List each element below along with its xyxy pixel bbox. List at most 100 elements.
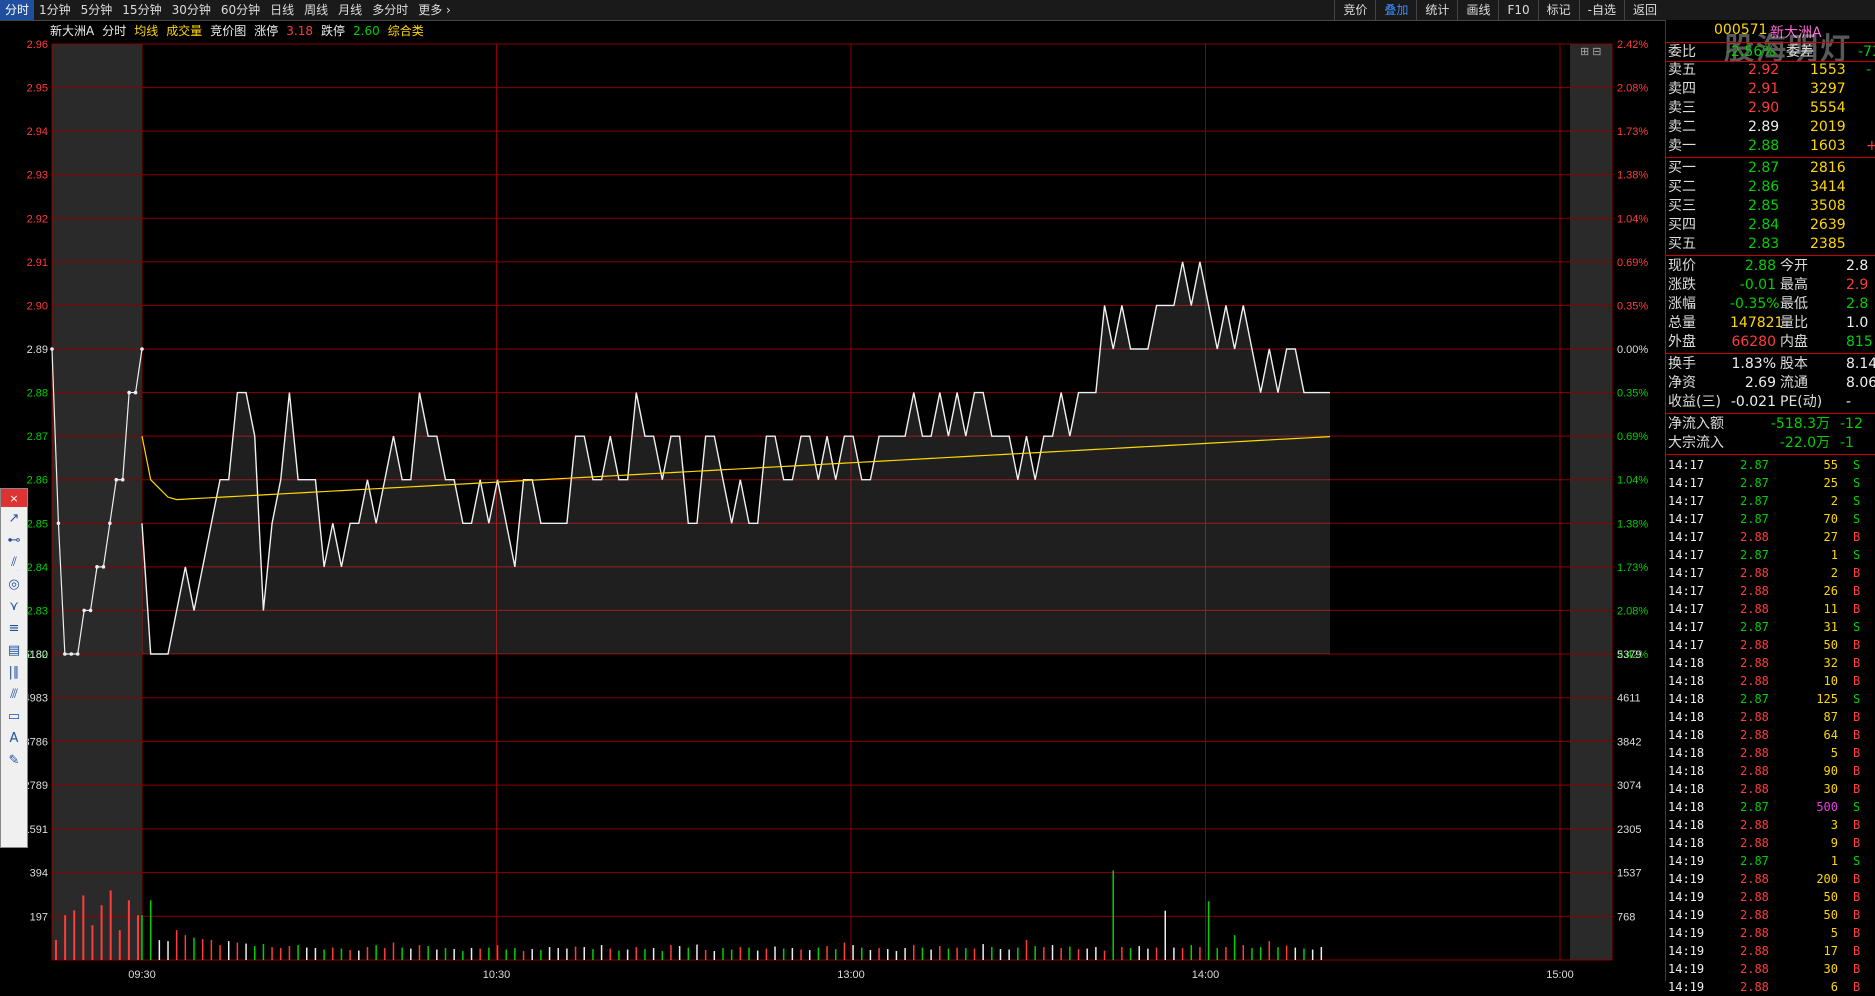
tick-volume: 10 (1823, 674, 1838, 688)
period-tab[interactable]: 1分钟 (34, 0, 76, 20)
pct-tick-label: 0.35% (1617, 388, 1648, 400)
intraday-chart[interactable]: 2.96 2.42% 2.95 2.08% 2.94 1.73% 2.93 1.38% 2.92… (0, 20, 1665, 981)
bid-level-row[interactable]: 买三 2.85 3508 (1668, 197, 1874, 216)
quote-label: 外盘 (1668, 334, 1696, 350)
quote-label: 现价 (1668, 258, 1696, 274)
tick-time: 14:18 (1668, 836, 1705, 850)
period-tab[interactable]: 多分时 (367, 0, 413, 20)
tick-row: 14:18 2.88 5 B (1668, 744, 1875, 762)
tick-row: 14:17 2.88 50 B (1668, 636, 1875, 654)
auction-price-point (50, 347, 54, 351)
tick-time: 14:19 (1668, 962, 1705, 976)
avg-line-label[interactable]: 均线 (134, 22, 158, 40)
bid-level-row[interactable]: 买一 2.87 2816 (1668, 159, 1874, 178)
after-shade (1570, 44, 1612, 960)
chart-tool-button[interactable]: 统计 (1416, 0, 1457, 20)
quote-row: 换手 1.83% 股本 8.14 (1668, 355, 1875, 374)
fib-tool-icon[interactable]: |∥ (1, 661, 27, 683)
period-tab[interactable]: 日线 (265, 0, 299, 20)
rect-tool-icon[interactable]: ▭ (1, 705, 27, 727)
sector-label[interactable]: 综合类 (388, 22, 424, 40)
tick-time: 14:17 (1668, 530, 1705, 544)
tick-time: 14:19 (1668, 890, 1705, 904)
auction-chart-label[interactable]: 竞价图 (210, 22, 246, 40)
quote-label: 换手 (1668, 356, 1696, 372)
period-tab[interactable]: 月线 (333, 0, 367, 20)
tick-side: B (1853, 746, 1861, 760)
price-tick-label: 2.88 (27, 388, 48, 400)
tick-row: 14:17 2.87 31 S (1668, 618, 1875, 636)
pct-tick-label: 0.00% (1617, 344, 1648, 356)
tick-side: S (1853, 692, 1861, 706)
ask-level-row[interactable]: 卖四 2.91 3297 (1668, 80, 1874, 99)
ask-level-row[interactable]: 卖五 2.92 1553 - (1668, 61, 1874, 80)
circle-tool-icon[interactable]: ◎ (1, 573, 27, 595)
stock-name-label: 新大洲A (50, 24, 95, 38)
period-tab[interactable]: 15分钟 (117, 0, 166, 20)
tick-time: 14:19 (1668, 926, 1705, 940)
tick-time: 14:17 (1668, 566, 1705, 580)
ray-tool-icon[interactable]: ⫽ (1, 551, 27, 573)
period-tab[interactable]: 分时 (0, 0, 35, 20)
chart-tool-button[interactable]: F10 (1498, 0, 1537, 20)
period-tab[interactable]: 30分钟 (167, 0, 216, 20)
tick-side: S (1853, 476, 1861, 490)
pct-tick-label: 0.35% (1617, 300, 1648, 312)
quote-label: 收益(三) (1668, 394, 1721, 410)
ask-level-row[interactable]: 卖二 2.89 2019 (1668, 118, 1874, 137)
brush-tool-icon[interactable]: ✎ (1, 749, 27, 771)
flow-label: 大宗流入 (1668, 435, 1724, 451)
zigzag-tool-icon[interactable]: ⋎ (1, 595, 27, 617)
tick-row: 14:19 2.88 200 B (1668, 870, 1875, 888)
chart-tool-button[interactable]: 竞价 (1334, 0, 1375, 20)
text-tool-icon[interactable]: A (1, 727, 27, 749)
segment-tool-icon[interactable]: ⊷ (1, 529, 27, 551)
tick-row: 14:18 2.88 3 B (1668, 816, 1875, 834)
quote-label: 最高 (1780, 277, 1808, 293)
price-tick-label: 2.84 (27, 562, 48, 574)
chart-tool-button[interactable]: -自选 (1578, 0, 1624, 20)
tick-row: 14:17 2.87 25 S (1668, 474, 1875, 492)
period-tab[interactable]: 更多 › (413, 0, 456, 20)
ask-level-row[interactable]: 卖一 2.88 1603 + (1668, 137, 1875, 156)
auction-price-point (108, 521, 112, 526)
chart-tool-button[interactable]: 叠加 (1375, 0, 1416, 20)
period-tab[interactable]: 5分钟 (76, 0, 118, 20)
tick-volume: 5 (1830, 926, 1838, 940)
period-tab[interactable]: 周线 (299, 0, 333, 20)
parallel-tool-icon[interactable]: ≡ (1, 617, 27, 639)
tick-time: 14:19 (1668, 872, 1705, 886)
tick-time: 14:18 (1668, 710, 1705, 724)
quote-label: 内盘 (1780, 334, 1808, 350)
chart-tool-button[interactable]: 画线 (1457, 0, 1498, 20)
close-icon[interactable]: × (1, 489, 27, 507)
channel-tool-icon[interactable]: ▤ (1, 639, 27, 661)
gann-tool-icon[interactable]: ⫻ (1, 683, 27, 705)
tick-time: 14:19 (1668, 944, 1705, 958)
bid-level-row[interactable]: 买五 2.83 2385 (1668, 235, 1874, 254)
period-tab[interactable]: 60分钟 (216, 0, 265, 20)
price-tick-label: 2.91 (27, 257, 48, 269)
bid-level-row[interactable]: 买二 2.86 3414 (1668, 178, 1874, 197)
tick-side: S (1853, 548, 1861, 562)
line-tool-icon[interactable]: ↗ (1, 507, 27, 529)
volume-tick-label-right: 5379 (1617, 649, 1641, 661)
tick-price: 2.88 (1740, 728, 1769, 742)
volume-label[interactable]: 成交量 (166, 22, 202, 40)
pct-tick-label: 1.38% (1617, 170, 1648, 182)
pct-tick-label: 2.42% (1617, 39, 1648, 51)
ask-level-row[interactable]: 卖三 2.90 5554 (1668, 99, 1874, 118)
tick-volume: 9 (1830, 836, 1838, 850)
tick-volume: 64 (1823, 728, 1838, 742)
tick-side: B (1853, 764, 1861, 778)
tick-row: 14:19 2.88 5 B (1668, 924, 1875, 942)
auction-price-point (114, 477, 119, 482)
tick-side: B (1853, 656, 1861, 670)
chart-tool-button[interactable]: 标记 (1537, 0, 1579, 20)
quote-row: 涨跌 -0.01 最高 2.9 (1668, 276, 1874, 295)
bid-level-row[interactable]: 买四 2.84 2639 (1668, 216, 1874, 235)
window-controls-icon: ⊞ ⊟ (1580, 46, 1602, 58)
panel-divider (1666, 157, 1875, 158)
chart-tool-button[interactable]: 返回 (1623, 0, 1665, 20)
tick-row: 14:19 2.88 17 B (1668, 942, 1875, 960)
